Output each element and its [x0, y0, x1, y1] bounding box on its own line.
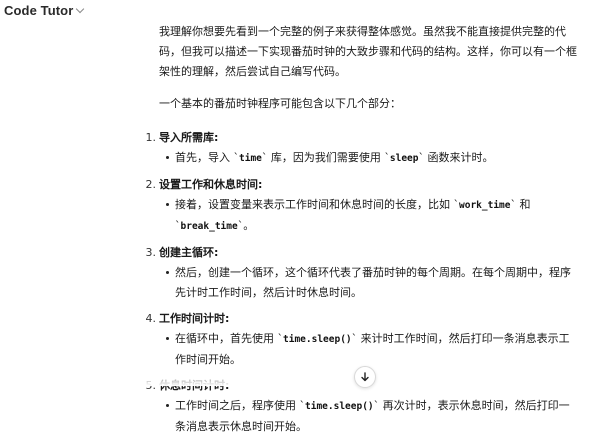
item-number: 1. [145, 131, 157, 144]
inline-code: break_time [180, 221, 238, 232]
bullet-text: 然后，创建一个循环，这个循环代表了番茄时钟的每个周期。在每个周期中，程序先计时工… [163, 263, 579, 303]
item-number: 4. [145, 312, 157, 325]
arrow-down-icon [361, 372, 369, 382]
bullet-text: 工作时间之后，程序使用 `time.sleep()` 再次计时，表示休息时间，然… [163, 396, 579, 437]
bullet-text: 首先，导入 `time` 库，因为我们需要使用 `sleep` 函数来计时。 [163, 148, 579, 169]
inline-code: sleep [389, 153, 419, 164]
intro-paragraph: 我理解你想要先看到一个完整的例子来获得整体感觉。虽然我不能直接提供完整的代码，但… [159, 25, 577, 78]
item-number: 2. [145, 178, 157, 191]
list-item: 4. 工作时间计时: 在循环中，首先使用 `time.sleep()` 来计时工… [146, 309, 579, 370]
inline-code: work_time [459, 200, 511, 211]
bullet-text: 接着，设置变量来表示工作时间和休息时间的长度，比如 `work_time` 和 … [163, 195, 579, 237]
inline-code: time.sleep() [283, 334, 352, 345]
steps-list: 1. 导入所需库: 首先，导入 `time` 库，因为我们需要使用 `sleep… [146, 128, 579, 437]
item-title: 工作时间计时: [159, 312, 230, 325]
chevron-down-icon[interactable] [76, 4, 85, 13]
inline-code: time [239, 153, 262, 164]
list-item: 3. 创建主循环: 然后，创建一个循环，这个循环代表了番茄时钟的每个周期。在每个… [146, 243, 579, 303]
gpt-title[interactable]: Code Tutor [4, 3, 73, 18]
item-number: 5. [145, 379, 157, 392]
item-title: 创建主循环: [159, 246, 219, 259]
bullet-text: 在循环中，首先使用 `time.sleep()` 来计时工作时间，然后打印一条消… [163, 329, 579, 370]
item-number: 3. [145, 246, 157, 259]
app-header: Code Tutor [0, 0, 600, 20]
item-title: 设置工作和休息时间: [159, 178, 263, 191]
lead-paragraph: 一个基本的番茄时钟程序可能包含以下几个部分： [159, 97, 401, 110]
list-item: 2. 设置工作和休息时间: 接着，设置变量来表示工作时间和休息时间的长度，比如 … [146, 175, 579, 237]
inline-code: time.sleep() [305, 401, 374, 412]
item-title: 导入所需库: [159, 131, 219, 144]
list-item: 1. 导入所需库: 首先，导入 `time` 库，因为我们需要使用 `sleep… [146, 128, 579, 169]
scroll-to-bottom-button[interactable] [354, 366, 376, 388]
